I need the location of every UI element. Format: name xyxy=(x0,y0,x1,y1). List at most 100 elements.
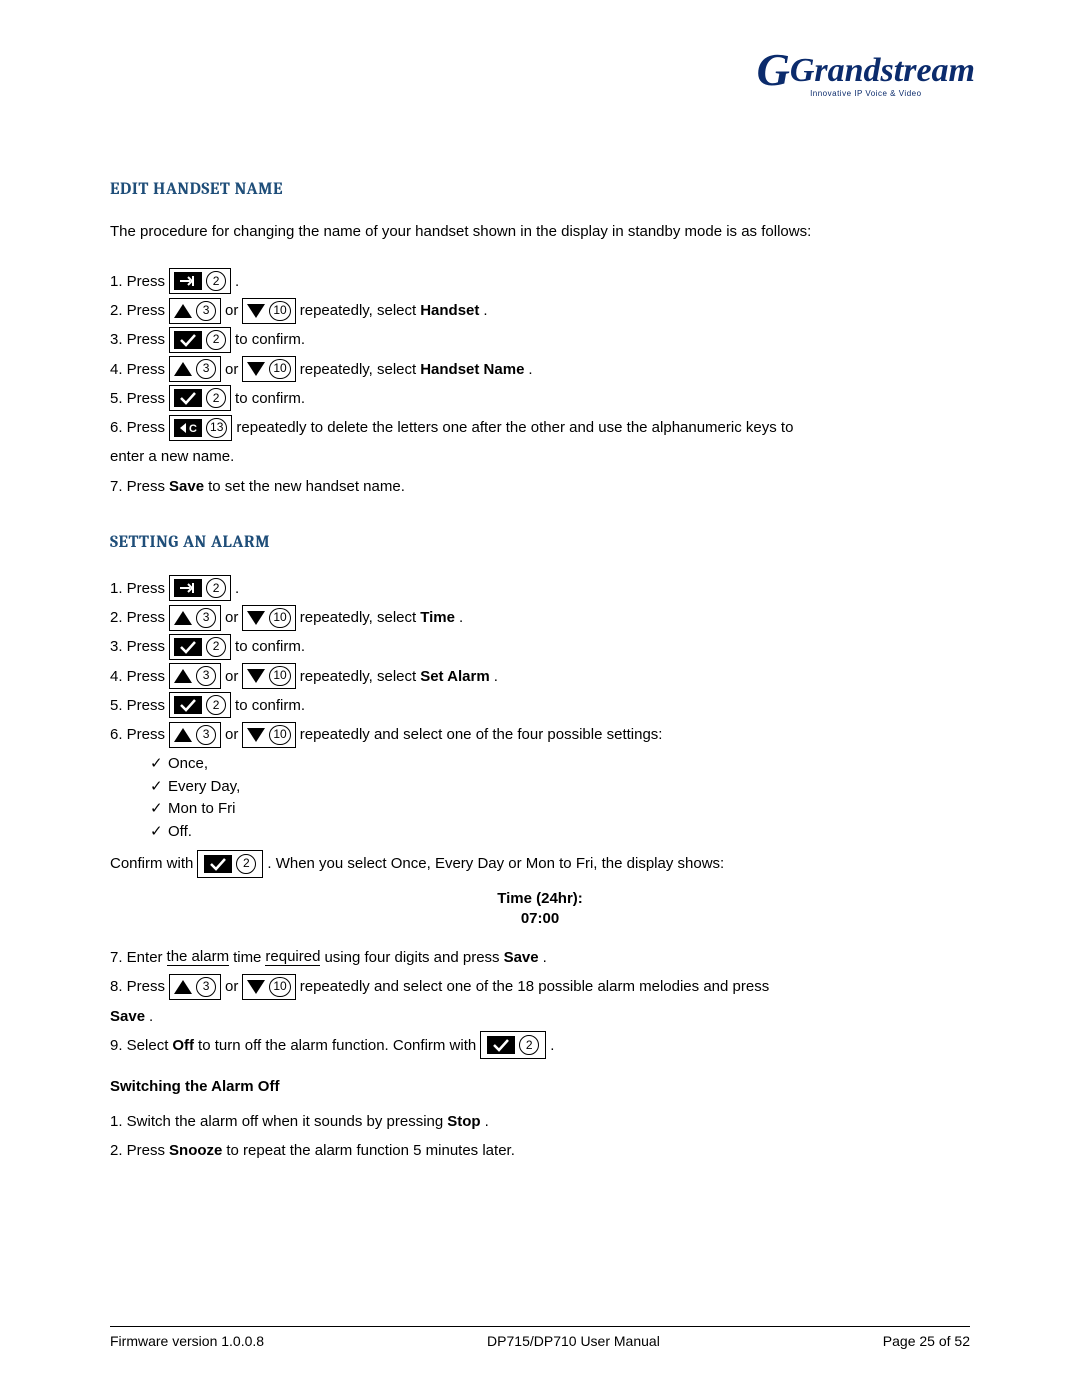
step-bold: Time xyxy=(420,603,455,632)
step-text: repeatedly, select xyxy=(300,603,416,632)
option-text: Off. xyxy=(168,823,192,840)
step-text: . xyxy=(149,1002,153,1031)
key-number: 3 xyxy=(196,977,216,997)
ok-key-icon: 2 xyxy=(169,692,231,718)
check-icon: ✓ xyxy=(150,798,168,821)
edit-step-3: 3. Press 2 to confirm. xyxy=(110,325,970,354)
edit-step-7: 7. Press Save to set the new handset nam… xyxy=(110,472,970,501)
step-text: or xyxy=(225,972,238,1001)
brand-wordmark: GGrandstream xyxy=(757,45,975,87)
key-number: 2 xyxy=(206,388,226,408)
key-number: 2 xyxy=(206,578,226,598)
alarm-option: ✓Once, xyxy=(150,753,970,776)
switch-off-heading: Switching the Alarm Off xyxy=(110,1078,970,1095)
down-key-icon: 10 xyxy=(242,974,295,1000)
step-text: 7. Press xyxy=(110,472,165,501)
alarm-option: ✓Mon to Fri xyxy=(150,798,970,821)
section-title-set-alarm: SETTING AN ALARM xyxy=(110,533,970,552)
down-key-icon: 10 xyxy=(242,356,295,382)
step-text: required xyxy=(265,949,320,966)
triangle-up-icon xyxy=(174,669,192,683)
alarm-option: ✓Every Day, xyxy=(150,776,970,799)
page-footer: Firmware version 1.0.0.8 DP715/DP710 Use… xyxy=(110,1326,970,1349)
alarm-step-6: 6. Press 3 or 10 repeatedly and select o… xyxy=(110,720,970,749)
key-number: 10 xyxy=(269,977,290,997)
key-number: 10 xyxy=(269,359,290,379)
enter-arrow-icon xyxy=(174,579,202,597)
triangle-up-icon xyxy=(174,728,192,742)
step-text: . xyxy=(528,355,532,384)
step-text: Confirm with xyxy=(110,849,193,878)
step-text: 4. Press xyxy=(110,662,165,691)
step-text: 9. Select xyxy=(110,1031,168,1060)
enter-arrow-icon xyxy=(174,272,202,290)
step-text: 2. Press xyxy=(110,1136,165,1165)
footer-doc-title: DP715/DP710 User Manual xyxy=(487,1333,660,1349)
down-key-icon: 10 xyxy=(242,722,295,748)
switch-off-step-2: 2. Press Snooze to repeat the alarm func… xyxy=(110,1136,970,1165)
triangle-up-icon xyxy=(174,980,192,994)
clear-key-icon: C 13 xyxy=(169,415,232,441)
brand-logo: GGrandstream Innovative IP Voice & Video xyxy=(757,45,975,98)
svg-text:C: C xyxy=(189,423,197,435)
triangle-down-icon xyxy=(247,304,265,318)
step-text: time xyxy=(233,943,261,972)
checkmark-icon xyxy=(174,331,202,349)
menu-key-icon: 2 xyxy=(169,268,231,294)
checkmark-icon xyxy=(487,1036,515,1054)
checkmark-icon xyxy=(174,696,202,714)
step-text: 7. Enter xyxy=(110,943,163,972)
step-text: . xyxy=(459,603,463,632)
edit-step-1: 1. Press 2 . xyxy=(110,267,970,296)
step-text: 5. Press xyxy=(110,691,165,720)
alarm-time-display: Time (24hr): 07:00 xyxy=(110,889,970,930)
step-text: to set the new handset name. xyxy=(208,472,405,501)
step-text: 2. Press xyxy=(110,296,165,325)
step-text: to confirm. xyxy=(235,384,305,413)
step-text: repeatedly, select xyxy=(300,296,416,325)
key-number: 2 xyxy=(236,854,256,874)
step-text: enter a new name. xyxy=(110,442,234,471)
step-bold: Handset xyxy=(420,296,479,325)
step-text: . xyxy=(235,574,239,603)
triangle-down-icon xyxy=(247,728,265,742)
check-icon: ✓ xyxy=(150,821,168,844)
checkmark-icon xyxy=(174,389,202,407)
step-bold: Snooze xyxy=(169,1136,222,1165)
ok-key-icon: 2 xyxy=(169,327,231,353)
checkmark-icon xyxy=(204,855,232,873)
key-number: 10 xyxy=(269,301,290,321)
step-text: repeatedly to delete the letters one aft… xyxy=(236,413,793,442)
step-text: repeatedly and select one of the 18 poss… xyxy=(300,972,769,1001)
step-bold: Stop xyxy=(447,1107,480,1136)
option-text: Once, xyxy=(168,755,208,772)
down-key-icon: 10 xyxy=(242,298,295,324)
alarm-step-1: 1. Press 2 . xyxy=(110,574,970,603)
step-bold: Save xyxy=(110,1002,145,1031)
down-key-icon: 10 xyxy=(242,605,295,631)
key-number: 10 xyxy=(269,725,290,745)
alarm-step-8: 8. Press 3 or 10 repeatedly and select o… xyxy=(110,972,970,1001)
footer-firmware: Firmware version 1.0.0.8 xyxy=(110,1333,264,1349)
edit-step-6-cont: enter a new name. xyxy=(110,442,970,471)
brand-name: Grandstream xyxy=(790,52,975,89)
back-c-icon: C xyxy=(174,419,202,437)
check-icon: ✓ xyxy=(150,776,168,799)
alarm-step-7: 7. Enter the alarm time required using f… xyxy=(110,943,970,972)
step-text: to confirm. xyxy=(235,325,305,354)
step-bold: Off xyxy=(172,1031,194,1060)
key-number: 2 xyxy=(206,695,226,715)
edit-handset-intro: The procedure for changing the name of y… xyxy=(110,221,970,243)
step-bold: Save xyxy=(169,472,204,501)
step-text: . xyxy=(485,1107,489,1136)
alarm-step-3: 3. Press 2 to confirm. xyxy=(110,632,970,661)
key-number: 2 xyxy=(206,330,226,350)
alarm-option: ✓Off. xyxy=(150,821,970,844)
edit-step-6: 6. Press C 13 repeatedly to delete the l… xyxy=(110,413,970,442)
section-title-edit-handset: EDIT HANDSET NAME xyxy=(110,180,970,199)
triangle-up-icon xyxy=(174,362,192,376)
up-key-icon: 3 xyxy=(169,605,221,631)
up-key-icon: 3 xyxy=(169,974,221,1000)
ok-key-icon: 2 xyxy=(197,850,263,878)
step-text: 1. Press xyxy=(110,574,165,603)
